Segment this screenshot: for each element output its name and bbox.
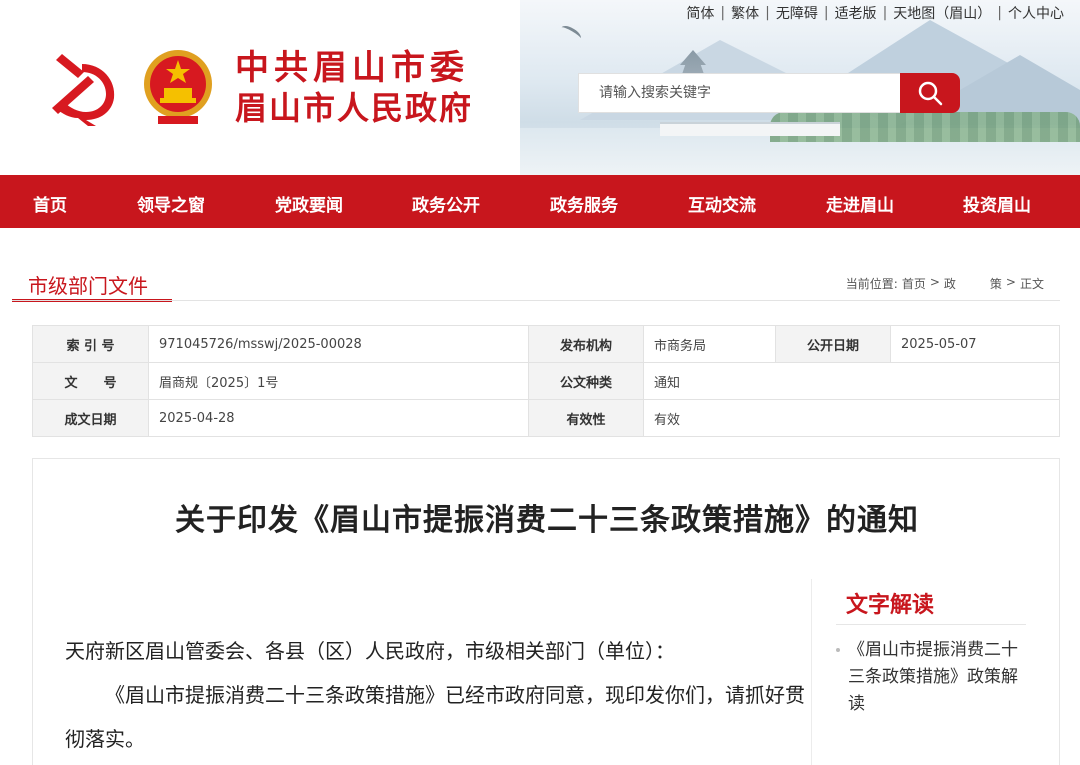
- search-button[interactable]: [900, 73, 960, 113]
- link-traditional[interactable]: 繁体: [725, 3, 765, 23]
- meta-key: 公文种类: [528, 362, 644, 400]
- breadcrumb-policy-part2[interactable]: 策: [990, 275, 1002, 292]
- search-input[interactable]: [578, 73, 900, 113]
- meta-key: 有效性: [528, 399, 644, 437]
- breadcrumb-sep: >: [929, 275, 940, 289]
- sidebar-item-label: 《眉山市提振消费二十三条政策措施》政策解读: [848, 640, 1018, 714]
- site-header: 中共眉山市委 眉山市人民政府 简体 | 繁体 | 无障碍 | 适老版 | 天地图（眉山）…: [0, 0, 1080, 175]
- breadcrumb-policy-part1[interactable]: 政: [944, 275, 956, 292]
- document-salutation: 天府新区眉山管委会、各县（区）人民政府，市级相关部门（单位）：: [65, 639, 675, 663]
- link-elderly-mode[interactable]: 适老版: [829, 3, 883, 23]
- meta-key: 成文日期: [32, 399, 149, 437]
- nav-invest[interactable]: 投资眉山: [963, 191, 1031, 216]
- site-title-line1: 中共眉山市委: [235, 48, 469, 88]
- section-divider: [12, 300, 1060, 301]
- breadcrumb-current: 正文: [1019, 277, 1044, 291]
- breadcrumb-sep: >: [1005, 275, 1016, 289]
- meta-value: 市商务局: [643, 325, 776, 363]
- table-row: 索 引 号 971045726/msswj/2025-00028 发布机构 市商…: [32, 325, 1060, 363]
- section-title-text: 市级部门文件: [28, 274, 148, 298]
- link-accessibility[interactable]: 无障碍: [770, 3, 824, 23]
- meta-key: 文 号: [32, 362, 149, 400]
- section-title: 市级部门文件: [12, 262, 172, 302]
- search-box: [578, 73, 960, 113]
- link-personal-center[interactable]: 个人中心: [1002, 3, 1070, 23]
- sidebar-title: 文字解读: [846, 593, 935, 618]
- sidebar-divider: [836, 624, 1026, 625]
- meta-value: 2025-04-28: [148, 399, 529, 437]
- meta-value: 通知: [643, 362, 1060, 400]
- nav-about-meishan[interactable]: 走进眉山: [826, 191, 894, 216]
- document-paragraph: 《眉山市提振消费二十三条政策措施》已经市政府同意，现印发你们，请抓好贯彻落实。: [65, 683, 805, 751]
- bullet-icon: [836, 648, 840, 652]
- nav-interaction[interactable]: 互动交流: [688, 191, 756, 216]
- nav-leaders[interactable]: 领导之窗: [137, 191, 205, 216]
- meta-value: 971045726/msswj/2025-00028: [148, 325, 529, 363]
- nav-home[interactable]: 首页: [33, 191, 67, 216]
- meta-value: 有效: [643, 399, 1060, 437]
- site-title-line2: 眉山市人民政府: [235, 89, 474, 127]
- interpretation-sidebar: 文字解读 《眉山市提振消费二十三条政策措施》政策解读: [811, 579, 1031, 765]
- breadcrumb-home[interactable]: 首页: [902, 275, 926, 292]
- nav-gov-service[interactable]: 政务服务: [550, 191, 618, 216]
- document-panel: 关于印发《眉山市提振消费二十三条政策措施》的通知 天府新区眉山管委会、各县（区）…: [32, 458, 1060, 765]
- national-emblem-icon: [144, 50, 212, 124]
- meta-key: 索 引 号: [32, 325, 149, 363]
- breadcrumb-label: 当前位置:: [845, 277, 898, 291]
- meta-key: 公开日期: [775, 325, 891, 363]
- top-links: 简体 | 繁体 | 无障碍 | 适老版 | 天地图（眉山） | 个人中心: [680, 3, 1070, 23]
- nav-news[interactable]: 党政要闻: [275, 191, 343, 216]
- party-emblem-icon: [52, 54, 115, 126]
- meta-value: 眉商规〔2025〕1号: [148, 362, 529, 400]
- meta-key: 发布机构: [528, 325, 644, 363]
- link-tianditu[interactable]: 天地图（眉山）: [887, 3, 997, 23]
- document-title: 关于印发《眉山市提振消费二十三条政策措施》的通知: [175, 503, 919, 538]
- site-title[interactable]: 中共眉山市委 眉山市人民政府: [235, 48, 473, 128]
- table-row: 文 号 眉商规〔2025〕1号 公文种类 通知: [32, 362, 1060, 400]
- sidebar-interpretation-link[interactable]: 《眉山市提振消费二十三条政策措施》政策解读: [836, 637, 1032, 718]
- nav-gov-open[interactable]: 政务公开: [412, 191, 480, 216]
- document-meta-table: 索 引 号 971045726/msswj/2025-00028 发布机构 市商…: [32, 325, 1060, 437]
- table-row: 成文日期 2025-04-28 有效性 有效: [32, 399, 1060, 437]
- meta-value: 2025-05-07: [890, 325, 1060, 363]
- breadcrumb: 当前位置: 首页 > 政 策 > 正文: [846, 275, 1048, 292]
- search-icon: [918, 81, 943, 106]
- document-body: 天府新区眉山管委会、各县（区）人民政府，市级相关部门（单位）： 《眉山市提振消费…: [65, 629, 805, 761]
- main-nav: 首页 领导之窗 党政要闻 政务公开 政务服务 互动交流 走进眉山 投资眉山: [0, 175, 1080, 228]
- link-simplified[interactable]: 简体: [680, 3, 720, 23]
